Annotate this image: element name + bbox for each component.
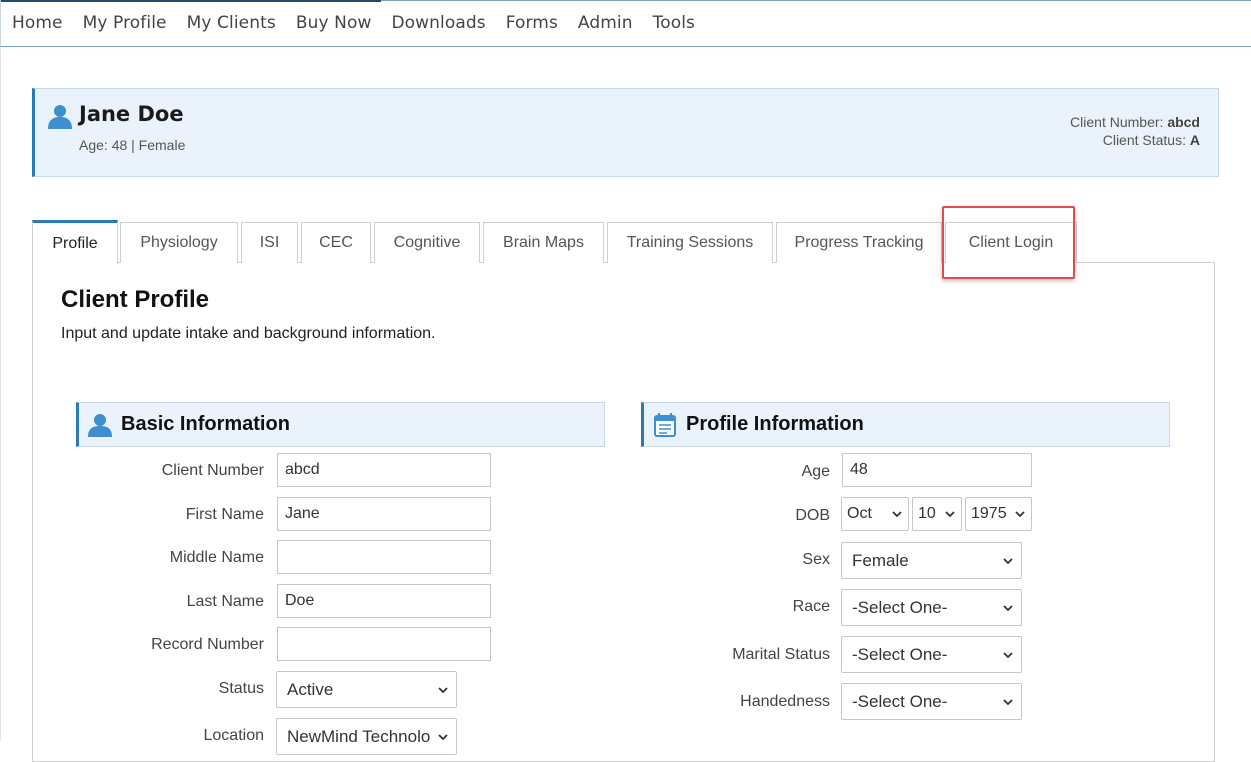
record-number-label: Record Number <box>151 636 264 653</box>
chevron-down-icon <box>1015 511 1025 518</box>
dob-day-select[interactable]: 10 <box>912 497 962 531</box>
dob-year-select[interactable]: 1975 <box>965 497 1032 531</box>
tab-brain-maps[interactable]: Brain Maps <box>483 222 604 263</box>
panel-title: Client Profile <box>61 286 210 313</box>
race-select-value: -Select One- <box>852 598 948 617</box>
first-name-input[interactable]: Jane <box>277 497 491 531</box>
client-number-line: Client Number: abcd <box>1070 113 1200 131</box>
nav-tools[interactable]: Tools <box>653 13 695 33</box>
client-status-line: Client Status: A <box>1070 131 1200 149</box>
nav-home[interactable]: Home <box>12 13 63 33</box>
dob-month-select[interactable]: Oct <box>841 497 909 531</box>
nav-menu: Home My Profile My Clients Buy Now Downl… <box>12 13 715 33</box>
chevron-down-icon <box>438 687 448 694</box>
person-icon <box>88 414 112 437</box>
dob-month-value: Oct <box>847 505 872 522</box>
basic-info-title: Basic Information <box>121 413 290 435</box>
marital-status-label: Marital Status <box>732 646 830 663</box>
top-nav: Home My Profile My Clients Buy Now Downl… <box>0 0 1251 47</box>
client-name: Jane Doe <box>79 102 184 126</box>
location-label: Location <box>203 727 265 744</box>
handedness-value: -Select One- <box>852 692 948 711</box>
tab-isi[interactable]: ISI <box>241 222 298 263</box>
status-label: Status <box>218 680 264 697</box>
tab-profile[interactable]: Profile <box>32 220 118 264</box>
nav-my-clients[interactable]: My Clients <box>187 13 276 33</box>
race-select[interactable]: -Select One- <box>841 589 1022 626</box>
middle-name-label: Middle Name <box>169 549 264 566</box>
nav-downloads[interactable]: Downloads <box>391 13 485 33</box>
handedness-label: Handedness <box>740 693 830 710</box>
nav-accent-bar <box>1 0 381 2</box>
tab-physiology[interactable]: Physiology <box>120 222 238 263</box>
nav-forms[interactable]: Forms <box>506 13 558 33</box>
marital-status-select[interactable]: -Select One- <box>841 636 1022 673</box>
race-label: Race <box>792 598 830 615</box>
middle-name-input[interactable] <box>277 540 491 574</box>
tab-progress-tracking[interactable]: Progress Tracking <box>776 222 942 263</box>
age-label: Age <box>801 463 830 480</box>
page-left-border <box>0 47 1 741</box>
marital-status-value: -Select One- <box>852 645 948 664</box>
client-status-value: A <box>1189 132 1200 148</box>
tab-cec[interactable]: CEC <box>301 222 371 263</box>
client-id-block: Client Number: abcd Client Status: A <box>1070 113 1200 149</box>
record-number-input[interactable] <box>277 627 491 661</box>
handedness-select[interactable]: -Select One- <box>841 683 1022 720</box>
basic-info-header: Basic Information <box>76 402 605 447</box>
panel-description: Input and update intake and background i… <box>61 325 436 342</box>
last-name-label: Last Name <box>186 593 264 610</box>
nav-my-profile[interactable]: My Profile <box>83 13 167 33</box>
first-name-label: First Name <box>185 506 264 523</box>
client-number-input[interactable]: abcd <box>277 453 491 487</box>
location-select[interactable]: NewMind Technolo <box>276 718 457 755</box>
profile-info-header: Profile Information <box>641 402 1170 447</box>
dob-day-value: 10 <box>918 505 936 522</box>
client-header: Jane Doe Age: 48 | Female Client Number:… <box>32 88 1219 177</box>
chevron-down-icon <box>1003 699 1013 706</box>
client-status-label: Client Status: <box>1102 132 1186 148</box>
tab-cognitive[interactable]: Cognitive <box>374 222 480 263</box>
status-select-value: Active <box>287 680 334 699</box>
client-number-field-label: Client Number <box>161 462 264 479</box>
chevron-down-icon <box>945 511 955 518</box>
client-number-value: abcd <box>1167 114 1200 130</box>
tab-training-sessions[interactable]: Training Sessions <box>607 222 773 263</box>
chevron-down-icon <box>1003 558 1013 565</box>
client-age-sex: Age: 48 | Female <box>79 137 186 153</box>
age-input[interactable]: 48 <box>842 453 1032 487</box>
profile-info-title: Profile Information <box>686 413 864 435</box>
chevron-down-icon <box>1003 652 1013 659</box>
calendar-icon <box>654 413 676 437</box>
client-number-label: Client Number: <box>1070 114 1164 130</box>
sex-label: Sex <box>802 551 830 568</box>
nav-buy-now[interactable]: Buy Now <box>296 13 372 33</box>
chevron-down-icon <box>892 511 902 518</box>
client-login-highlight <box>942 206 1075 279</box>
dob-label: DOB <box>795 507 830 524</box>
chevron-down-icon <box>1003 605 1013 612</box>
nav-admin[interactable]: Admin <box>578 13 633 33</box>
person-icon <box>48 105 72 129</box>
dob-year-value: 1975 <box>971 505 1007 522</box>
sex-select[interactable]: Female <box>841 542 1022 579</box>
location-select-value: NewMind Technolo <box>287 727 431 746</box>
sex-select-value: Female <box>852 551 909 570</box>
status-select[interactable]: Active <box>276 671 457 708</box>
last-name-input[interactable]: Doe <box>277 584 491 618</box>
